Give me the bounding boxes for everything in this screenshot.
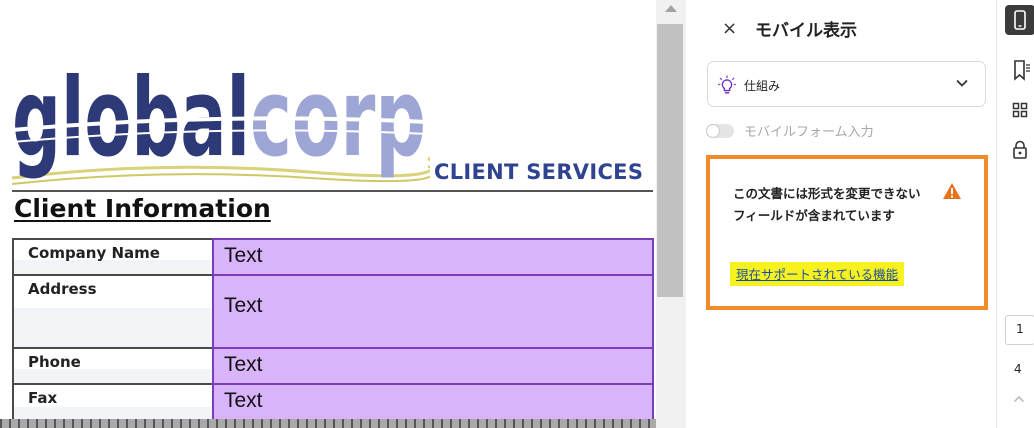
form-row-address: Address Text: [12, 274, 654, 349]
toggle-knob: [707, 125, 719, 137]
phone-field[interactable]: Text: [212, 347, 654, 385]
form-row-fax: Fax Text: [12, 383, 654, 423]
bookmark-icon: [1014, 60, 1030, 81]
pdf-document-page: global corp CLIENT SERVICES Client Infor…: [0, 0, 656, 428]
mobile-view-icon: [1014, 10, 1026, 30]
client-services-heading: CLIENT SERVICES: [434, 160, 644, 184]
chevron-up-icon[interactable]: [1013, 394, 1025, 404]
field-label-fax: Fax: [12, 383, 212, 423]
scroll-up-arrow-icon[interactable]: [665, 5, 677, 12]
notice-message: この文書には形式を変更できないフィールドが含まれています: [733, 186, 921, 223]
warning-icon: [943, 183, 961, 199]
company-name-field[interactable]: Text: [212, 238, 654, 276]
grid-icon: [1012, 102, 1028, 118]
current-page-input[interactable]: 1: [1005, 315, 1034, 345]
address-field[interactable]: Text: [212, 274, 654, 349]
supported-features-link[interactable]: 現在サポートされている機能: [730, 262, 905, 286]
page-edge-strip: [0, 419, 696, 428]
thumbnails-button[interactable]: [1005, 95, 1034, 125]
current-page-number: 1: [1016, 322, 1024, 336]
close-icon[interactable]: ×: [722, 17, 737, 41]
fax-field[interactable]: Text: [212, 383, 654, 423]
section-title: Client Information: [14, 194, 271, 223]
how-it-works-label: 仕組み: [744, 79, 781, 93]
mobile-form-fill-label: モバイルフォーム入力: [744, 125, 874, 140]
mobile-view-button[interactable]: [1005, 5, 1034, 35]
mobile-form-fill-toggle[interactable]: [706, 124, 734, 138]
scroll-thumb[interactable]: [657, 24, 683, 297]
panel-title: モバイル表示: [755, 21, 857, 41]
globalcorp-logo: global corp: [11, 60, 430, 185]
chevron-down-icon: [956, 79, 968, 87]
how-it-works-dropdown[interactable]: 仕組み: [707, 61, 986, 107]
tool-rail: 1 4: [997, 0, 1034, 428]
document-scrollbar[interactable]: [656, 0, 686, 428]
security-button[interactable]: [1005, 135, 1034, 165]
header-divider: [12, 190, 653, 192]
field-label-phone: Phone: [12, 347, 212, 385]
unsupported-fields-notice: この文書には形式を変更できないフィールドが含まれています 現在サポートされている…: [706, 155, 988, 310]
bookmarks-button[interactable]: [1005, 55, 1034, 85]
total-pages: 4: [1014, 362, 1022, 376]
field-label-company: Company Name: [12, 238, 212, 276]
mobile-form-fill-toggle-row: モバイルフォーム入力: [706, 120, 966, 142]
form-row-company: Company Name Text: [12, 238, 654, 276]
lightbulb-icon: [718, 75, 736, 94]
lock-icon: [1013, 140, 1027, 159]
mobile-view-panel: × モバイル表示 仕組み モバイルフォーム入力 この文書には形式を変更できないフ…: [686, 0, 996, 428]
field-label-address: Address: [12, 274, 212, 349]
form-row-phone: Phone Text: [12, 347, 654, 385]
